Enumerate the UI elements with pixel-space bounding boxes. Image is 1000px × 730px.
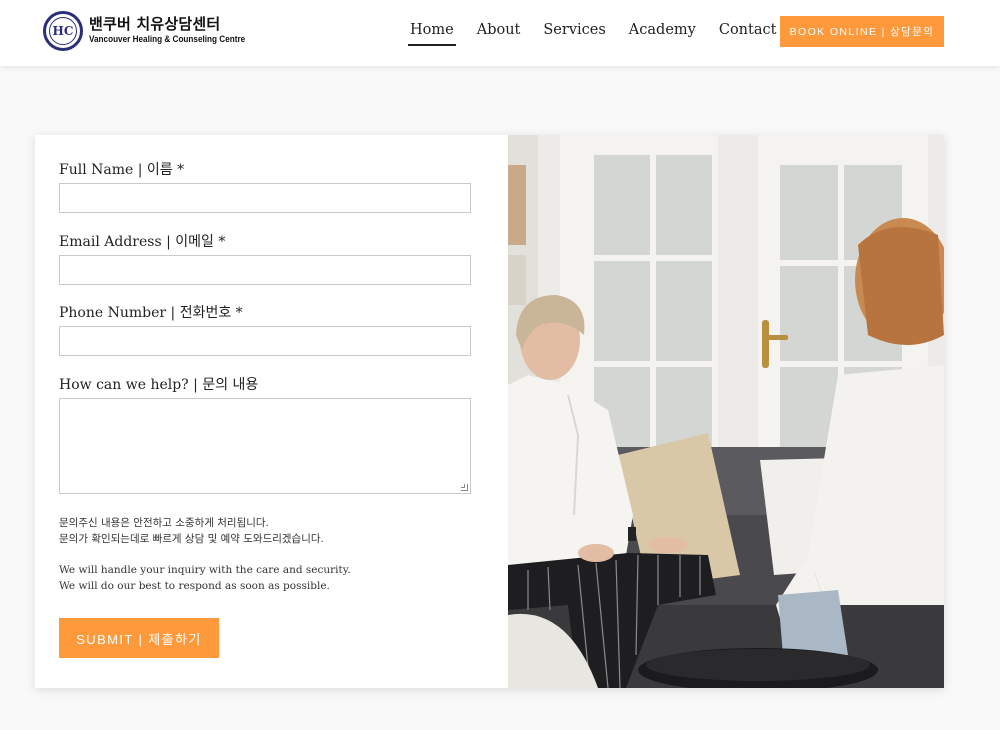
privacy-note-kr-line-1: 문의주신 내용은 안전하고 소중하게 처리됩니다. xyxy=(59,517,269,529)
phone-field[interactable] xyxy=(59,326,471,356)
privacy-note-en-line-1: We will handle your inquiry with the car… xyxy=(59,564,351,576)
logo-monogram: HC xyxy=(52,24,74,38)
main-nav: Home About Services Academy Contact xyxy=(408,22,797,46)
counseling-session-photo xyxy=(508,135,944,688)
contact-card: Full Name | 이름 * Email Address | 이메일 * P… xyxy=(35,135,944,688)
logo-emblem-icon: HC xyxy=(43,11,83,51)
privacy-note-kr: 문의주신 내용은 안전하고 소중하게 처리됩니다. 문의가 확인되는데로 빠르게… xyxy=(59,516,324,547)
message-label: How can we help? | 문의 내용 xyxy=(59,377,259,393)
book-online-button[interactable]: BOOK ONLINE | 상담문의 xyxy=(780,16,944,47)
phone-label: Phone Number | 전화번호 * xyxy=(59,305,243,321)
nav-about[interactable]: About xyxy=(475,22,523,46)
nav-contact[interactable]: Contact xyxy=(717,22,779,46)
submit-button[interactable]: SUBMIT | 제출하기 xyxy=(59,618,219,658)
nav-home[interactable]: Home xyxy=(408,22,456,46)
site-logo[interactable]: HC 밴쿠버 치유상담센터 Vancouver Healing & Counse… xyxy=(43,11,271,51)
full-name-label: Full Name | 이름 * xyxy=(59,162,185,178)
logo-text: 밴쿠버 치유상담센터 Vancouver Healing & Counselin… xyxy=(89,17,271,45)
logo-name-kr: 밴쿠버 치유상담센터 xyxy=(89,15,221,34)
email-label: Email Address | 이메일 * xyxy=(59,234,226,250)
privacy-note-en: We will handle your inquiry with the car… xyxy=(59,563,351,594)
site-header: HC 밴쿠버 치유상담센터 Vancouver Healing & Counse… xyxy=(0,0,1000,66)
privacy-note-kr-line-2: 문의가 확인되는데로 빠르게 상담 및 예약 도와드리겠습니다. xyxy=(59,532,324,545)
full-name-field[interactable] xyxy=(59,183,471,213)
resize-grip-icon[interactable] xyxy=(461,484,468,491)
logo-name-en: Vancouver Healing & Counseling Centre xyxy=(89,34,246,46)
nav-services[interactable]: Services xyxy=(541,22,607,46)
message-textarea[interactable] xyxy=(59,398,471,494)
privacy-note-en-line-2: We will do our best to respond as soon a… xyxy=(59,579,330,592)
contact-form: Full Name | 이름 * Email Address | 이메일 * P… xyxy=(35,135,508,688)
email-field[interactable] xyxy=(59,255,471,285)
nav-academy[interactable]: Academy xyxy=(627,22,698,46)
